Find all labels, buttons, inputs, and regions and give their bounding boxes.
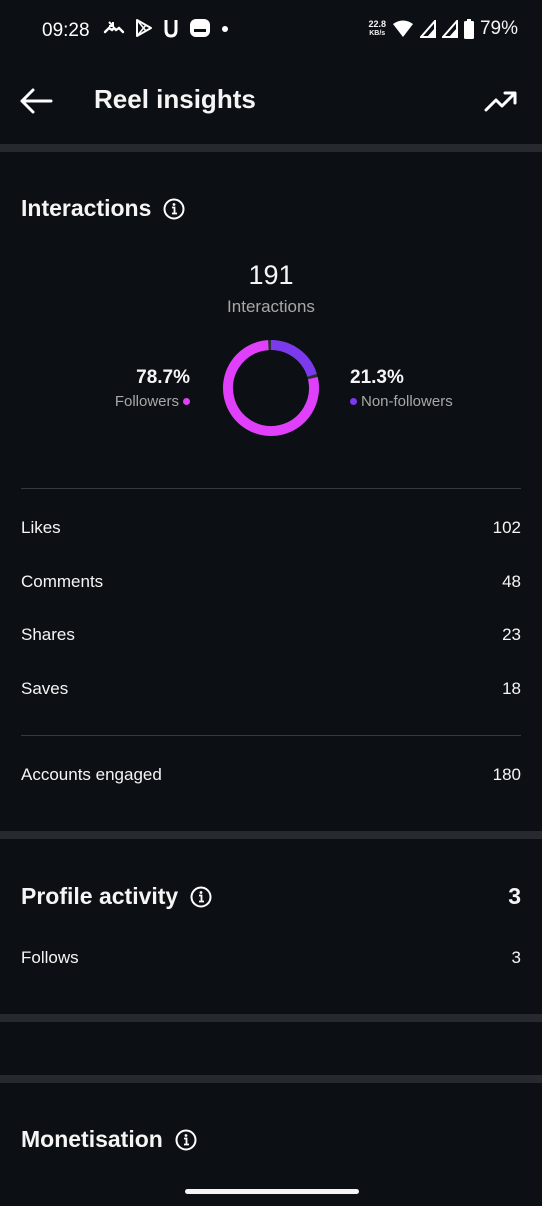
followers-donut-chart (223, 340, 319, 436)
network-speed: 22.8 KB/s (368, 20, 386, 38)
battery-percentage: 79% (479, 18, 518, 39)
play-store-icon (136, 19, 152, 37)
network-speed-unit: KB/s (369, 30, 386, 37)
non-followers-percentage: 21.3% (350, 367, 404, 388)
metric-value: 48 (502, 572, 521, 591)
interactions-total: 191 (248, 260, 294, 290)
donut-arc-followers (223, 340, 319, 436)
battery-icon (463, 19, 474, 39)
page-title: Reel insights (94, 84, 256, 114)
monetisation-title: Monetisation (21, 1126, 163, 1152)
trending-up-icon[interactable] (484, 86, 518, 116)
metric-label: Likes (21, 518, 61, 537)
back-arrow-icon[interactable] (18, 84, 54, 118)
section-divider (0, 831, 542, 839)
interactions-heading: Interactions (21, 195, 185, 222)
wifi-icon (392, 20, 413, 37)
metric-row-shares[interactable]: Shares 23 (21, 625, 521, 645)
followers-stat: 78.7% Followers (115, 367, 190, 410)
info-icon[interactable] (163, 198, 185, 220)
metric-row-saves[interactable]: Saves 18 (21, 679, 521, 699)
u-app-icon (164, 20, 178, 38)
metric-row-accounts-engaged[interactable]: Accounts engaged 180 (21, 765, 521, 785)
monetisation-heading: Monetisation (21, 1126, 197, 1153)
interactions-title: Interactions (21, 195, 152, 221)
followers-legend-dot (183, 398, 190, 405)
cell-signal-1-icon (419, 20, 436, 38)
non-followers-label: Non-followers (361, 393, 453, 410)
network-speed-value: 22.8 (368, 19, 386, 29)
profile-activity-title-group: Profile activity (21, 883, 212, 910)
profile-activity-title: Profile activity (21, 883, 179, 909)
info-icon[interactable] (175, 1129, 197, 1151)
metric-label: Follows (21, 948, 79, 967)
section-divider (0, 1014, 542, 1022)
divider-line (21, 488, 521, 489)
non-followers-legend-dot (350, 398, 357, 405)
profile-activity-heading: Profile activity 3 (21, 883, 521, 910)
metric-row-follows[interactable]: Follows 3 (21, 948, 521, 968)
metric-row-likes[interactable]: Likes 102 (21, 518, 521, 538)
divider-line (21, 735, 521, 736)
metric-label: Shares (21, 625, 75, 644)
section-divider (0, 144, 542, 152)
status-notification-icons (103, 18, 229, 38)
cell-signal-2-icon (441, 20, 458, 38)
metric-value: 180 (492, 765, 521, 784)
message-app-icon (190, 19, 210, 37)
info-icon[interactable] (190, 886, 212, 908)
followers-percentage: 78.7% (136, 367, 190, 388)
followers-legend: Followers (115, 393, 190, 410)
non-followers-legend: Non-followers (350, 393, 453, 410)
status-time: 09:28 (42, 20, 90, 41)
metric-value: 3 (511, 948, 521, 967)
interactions-total-label: Interactions (227, 297, 315, 316)
status-system-icons: 22.8 KB/s 79% (368, 18, 518, 40)
missed-call-icon (103, 21, 125, 34)
metric-label: Accounts engaged (21, 765, 162, 784)
metric-label: Saves (21, 679, 69, 698)
metric-label: Comments (21, 572, 104, 591)
metric-value: 23 (502, 625, 521, 644)
metric-value: 102 (492, 518, 521, 537)
metric-row-comments[interactable]: Comments 48 (21, 572, 521, 592)
profile-activity-total: 3 (508, 883, 521, 909)
more-notifications-dot-icon (222, 26, 228, 32)
home-indicator[interactable] (185, 1189, 359, 1194)
non-followers-stat: 21.3% Non-followers (350, 367, 453, 410)
section-divider (0, 1075, 542, 1083)
followers-label: Followers (114, 393, 179, 410)
metric-value: 18 (502, 679, 521, 698)
